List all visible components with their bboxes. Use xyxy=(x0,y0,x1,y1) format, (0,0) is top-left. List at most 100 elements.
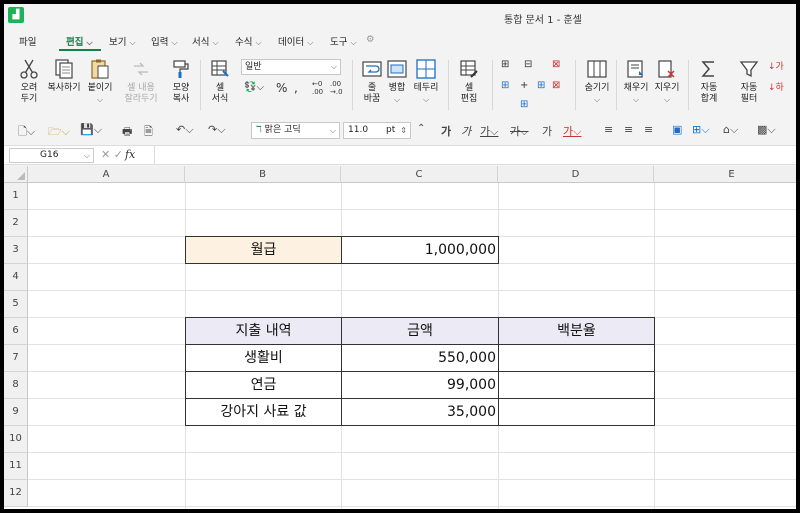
number-format-select[interactable]: 일반 ⌵ xyxy=(241,59,341,75)
font-size-increment-icon[interactable]: ⌃ xyxy=(417,123,425,134)
column-header-c[interactable]: C xyxy=(341,166,498,183)
column-header-e[interactable]: E xyxy=(654,166,796,183)
pattern-icon[interactable]: ▩⌵ xyxy=(757,123,776,137)
fill-button[interactable]: 채우기 ⌵ xyxy=(619,58,653,105)
align-right-icon[interactable]: ≡ xyxy=(644,123,653,136)
strikethrough-button[interactable]: 가⌵ xyxy=(510,123,528,139)
vertical-align-icon[interactable]: ▣ xyxy=(672,123,682,136)
percent-format-icon[interactable]: % xyxy=(276,81,287,95)
row-header-6[interactable]: 6 xyxy=(4,318,28,345)
plus-icon[interactable]: + xyxy=(520,80,528,91)
formula-input[interactable] xyxy=(154,146,794,164)
cell-d8[interactable] xyxy=(498,371,655,399)
row-header-11[interactable]: 11 xyxy=(4,453,28,480)
menu-data[interactable]: 데이터 ⌵ xyxy=(278,34,313,48)
cut-button[interactable]: 오려 두기 xyxy=(12,58,46,105)
cell-c9[interactable]: 35,000 xyxy=(341,398,499,426)
row-header-4[interactable]: 4 xyxy=(4,264,28,291)
redo-icon[interactable]: ↷⌵ xyxy=(208,123,226,137)
print-preview-icon[interactable]: 🗎 xyxy=(144,123,153,142)
paste-special-button[interactable]: 셀 내용 잘라두기 xyxy=(121,58,161,105)
cancel-icon[interactable]: ✕ xyxy=(101,148,110,161)
bold-button[interactable]: 가 xyxy=(441,123,451,139)
italic-button[interactable]: 가 xyxy=(461,123,471,139)
clear-button[interactable]: 지우기 ⌵ xyxy=(650,58,684,105)
menu-view[interactable]: 보기 ⌵ xyxy=(109,34,136,48)
border-button[interactable]: 테두리 ⌵ xyxy=(409,58,443,105)
cell-style-button[interactable]: 셀 서식 xyxy=(203,58,237,105)
cell-c7[interactable]: 550,000 xyxy=(341,344,499,372)
chevron-down-icon: ⌵ xyxy=(330,62,337,71)
insert-column-icon[interactable]: ⊟ xyxy=(524,59,532,70)
sort-descending-icon[interactable]: ↓하 xyxy=(768,80,784,93)
insert-cells-icon[interactable]: ⊞ xyxy=(501,80,509,91)
currency-format-icon[interactable]: 💱⌵ xyxy=(244,82,264,93)
insert-sheet-icon[interactable]: ⊞ xyxy=(537,80,545,91)
cell-d9[interactable] xyxy=(498,398,655,426)
row-header-5[interactable]: 5 xyxy=(4,291,28,318)
comma-format-icon[interactable]: , xyxy=(294,81,298,95)
fill-color-icon[interactable]: ⌂⌵ xyxy=(723,123,738,137)
column-header-d[interactable]: D xyxy=(498,166,654,183)
cell-d6[interactable]: 백분율 xyxy=(498,317,655,345)
cell-b3[interactable]: 월급 xyxy=(185,236,342,264)
column-header-a[interactable]: A xyxy=(28,166,185,183)
delete-cells-icon[interactable]: ⊠ xyxy=(552,59,560,70)
cell-b7[interactable]: 생활비 xyxy=(185,344,342,372)
cell-c8[interactable]: 99,000 xyxy=(341,371,499,399)
copy-button[interactable]: 복사하기 xyxy=(46,58,82,94)
format-painter-button[interactable]: 모양 복사 xyxy=(164,58,198,105)
confirm-icon[interactable]: ✓ xyxy=(114,148,123,161)
cell-c3[interactable]: 1,000,000 xyxy=(341,236,499,264)
align-left-icon[interactable]: ≡ xyxy=(604,123,613,136)
menu-format[interactable]: 서식 ⌵ xyxy=(192,34,219,48)
cell-edit-button[interactable]: 셀 편집 xyxy=(452,58,486,105)
menu-file[interactable]: 파일 xyxy=(19,34,36,48)
extension-icon[interactable]: ⚙ xyxy=(366,34,375,45)
row-header-3[interactable]: 3 xyxy=(4,237,28,264)
row-header-1[interactable]: 1 xyxy=(4,183,28,210)
hide-button[interactable]: 숨기기 ⌵ xyxy=(579,58,615,105)
paste-button[interactable]: 붙이기 ⌵ xyxy=(83,58,117,105)
delete-sheet-icon[interactable]: ⊠ xyxy=(552,80,560,91)
autofilter-button[interactable]: 자동 필터 xyxy=(732,58,766,105)
column-header-b[interactable]: B xyxy=(185,166,341,183)
row-header-2[interactable]: 2 xyxy=(4,210,28,237)
increase-decimal-icon[interactable]: .00 →.0 xyxy=(330,80,343,96)
sheet-grid[interactable]: A B C D E 1 2 3 4 5 6 7 8 9 10 11 12 월급 xyxy=(4,166,796,509)
font-color-button[interactable]: 가⌵ xyxy=(563,123,581,139)
name-box[interactable]: G16 ⌵ xyxy=(9,148,94,163)
row-header-9[interactable]: 9 xyxy=(4,399,28,426)
print-icon[interactable]: 🖶 xyxy=(122,123,132,142)
fx-icon[interactable]: fx xyxy=(125,148,135,161)
menu-tools[interactable]: 도구 ⌵ xyxy=(330,34,357,48)
cell-d7[interactable] xyxy=(498,344,655,372)
undo-icon[interactable]: ↶⌵ xyxy=(176,123,194,137)
decrease-decimal-icon[interactable]: ←0.00 xyxy=(312,80,323,96)
insert-row-icon[interactable]: ⊞ xyxy=(501,59,509,70)
new-document-icon[interactable]: 🗋⌵ xyxy=(18,123,35,142)
menu-edit[interactable]: 편집 ⌵ xyxy=(66,34,93,48)
cell-b6[interactable]: 지출 내역 xyxy=(185,317,342,345)
cell-b8[interactable]: 연금 xyxy=(185,371,342,399)
cell-c6[interactable]: 금액 xyxy=(341,317,499,345)
menu-insert[interactable]: 입력 ⌵ xyxy=(151,34,178,48)
row-header-10[interactable]: 10 xyxy=(4,426,28,453)
font-size-select[interactable]: 11.0 pt ⇕ xyxy=(343,122,411,139)
font-name-select[interactable]: ℸ 맑은 고딕 ⌵ xyxy=(251,122,340,139)
font-effect-button[interactable]: 가 xyxy=(542,123,552,139)
row-header-12[interactable]: 12 xyxy=(4,480,28,507)
save-icon[interactable]: 💾⌵ xyxy=(80,123,102,137)
open-folder-icon[interactable]: 🗁⌵ xyxy=(48,123,70,142)
cell-border-icon[interactable]: ⊞⌵ xyxy=(692,123,710,137)
sort-ascending-icon[interactable]: ↓가 xyxy=(768,59,784,72)
row-header-7[interactable]: 7 xyxy=(4,345,28,372)
align-center-icon[interactable]: ≡ xyxy=(624,123,633,136)
select-all-corner[interactable] xyxy=(4,166,28,183)
menu-formula[interactable]: 수식 ⌵ xyxy=(235,34,262,48)
insert-row-below-icon[interactable]: ⊞ xyxy=(520,99,528,110)
underline-button[interactable]: 가⌵ xyxy=(480,123,498,139)
row-header-8[interactable]: 8 xyxy=(4,372,28,399)
autosum-button[interactable]: 자동 합계 xyxy=(692,58,726,105)
cell-b9[interactable]: 강아지 사료 값 xyxy=(185,398,342,426)
